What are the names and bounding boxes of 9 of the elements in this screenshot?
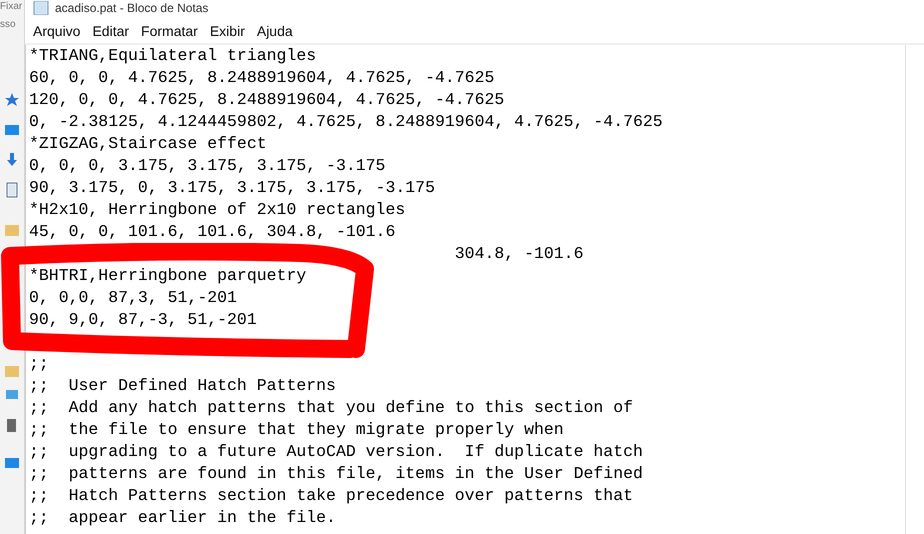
menu-item[interactable]: Arquivo [27, 20, 86, 43]
window-title: acadiso.pat - Bloco de Notas [55, 0, 208, 14]
menu-item[interactable]: Formatar [135, 20, 204, 43]
menu-item[interactable]: Exibir [204, 20, 251, 43]
menu-item[interactable]: Editar [86, 20, 136, 43]
text-editor[interactable]: *TRIANG,Equilateral triangles 60, 0, 0, 4.7625, 8.2488919604, 4.7625, -4.7625 120, 0, 0, 4.7625, 8.2488919604, 4.7625, -4.7625 0, -2.38125, 4.1244459802, 4.7625, 8.2488919604, 4.7625, -4.7625 *ZIGZAG,Staircase effect 0, 0, 0, 3.175, 3.175, 3.175, -3.175 90, 3.175, 0, 3.175, 3.175, 3.175, -3.175 *H2x10, Herringbone of 2x10 rectangles 45, 0, 0, 101.6, 101.6, 304.8, -101.6 304.8, -101.6 *BHTRI,Herringbone parquetry 0, 0,0, 87,3, 51,-201 90, 9,0, 87,-3, 51,-201 ;; ;; User Defined Hatch Patterns ;; Add any hatch patterns that you define to this section of ;; the file to ensure that they migrate properly when ;; upgrading to a future AutoCAD version. If duplicate hatch ;; patterns are found in this file, items in the User Defined ;; Hatch Patterns section take precedence over patterns that ;; appear earlier in the file. [26, 45, 905, 534]
sidebar-label: Fixar [0, 0, 22, 14]
sidebar-label: sso [0, 18, 16, 32]
menu-item[interactable]: Ajuda [250, 20, 299, 43]
